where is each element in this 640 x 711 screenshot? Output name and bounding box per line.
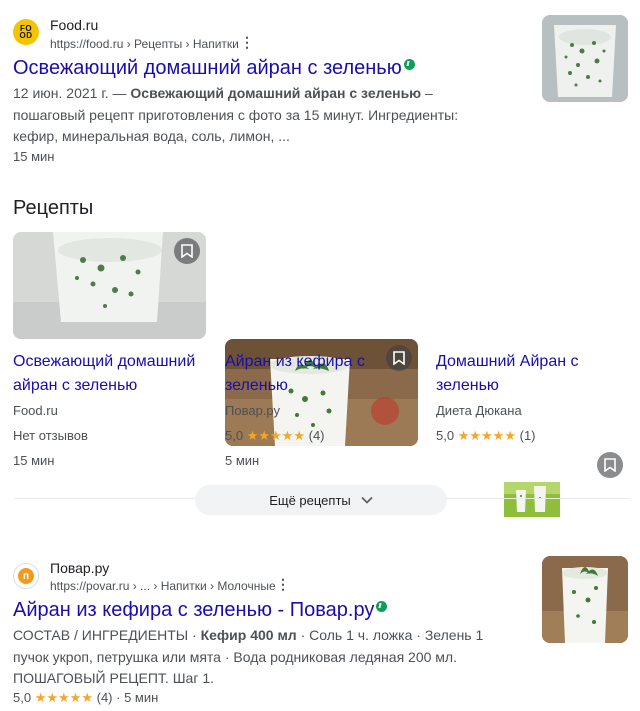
recipe-card-rating: 5,0 ★★★★★ (1): [436, 428, 536, 444]
site-name[interactable]: Food.ru: [50, 17, 98, 33]
ayran-glass-image: [542, 15, 628, 102]
more-recipes-label: Ещё рецепты: [269, 492, 351, 508]
bookmark-button[interactable]: [174, 238, 200, 264]
recipe-card-source: Повар.ру: [225, 403, 280, 418]
result-title[interactable]: Освежающий домашний айран с зеленью: [13, 57, 415, 80]
rating-count: (4): [96, 690, 113, 705]
bookmark-button[interactable]: [597, 452, 623, 478]
rating-count: (4): [308, 428, 325, 443]
star-icons: ★★★★★: [246, 428, 305, 443]
povar-ru-favicon: п: [13, 563, 39, 589]
result-title[interactable]: Айран из кефира с зеленью - Повар.ру: [13, 599, 388, 622]
recipe-card-title[interactable]: Айран из кефира с зеленью: [225, 350, 415, 398]
recipe-card-time: 5 мин: [225, 453, 260, 468]
ayran-glass-image: [542, 556, 628, 643]
rating-score: 5,0: [225, 428, 244, 443]
recipe-card-image[interactable]: [436, 446, 629, 553]
result-date: 12 июн. 2021 г. —: [13, 85, 127, 101]
breadcrumb[interactable]: https://povar.ru › ... › Напитки › Молоч…: [50, 579, 276, 593]
snippet-bold: Кефир 400 мл: [200, 627, 297, 643]
recipe-card-title[interactable]: Домашний Айран с зеленью: [436, 350, 626, 398]
result-title-text[interactable]: Освежающий домашний айран с зеленью: [13, 57, 402, 79]
amp-icon: [403, 59, 415, 70]
snippet-text: СОСТАВ / ИНГРЕДИЕНТЫ ·: [13, 627, 201, 643]
site-name[interactable]: Повар.ру: [50, 560, 109, 576]
snippet-bold: Освежающий домашний айран с зеленью: [130, 85, 422, 101]
result-rating: 5,0 ★★★★★ (4) · 5 мин: [13, 690, 158, 706]
cook-time: · 5 мин: [116, 690, 159, 705]
amp-icon: [376, 601, 388, 612]
cook-time: 15 мин: [13, 149, 55, 164]
more-options-icon[interactable]: ⋮: [276, 576, 290, 593]
more-options-icon[interactable]: ⋮: [240, 34, 254, 51]
recipe-card-image[interactable]: [13, 232, 206, 339]
more-recipes-button[interactable]: Ещё рецепты: [195, 485, 447, 515]
result-thumbnail[interactable]: [542, 556, 628, 643]
food-ru-favicon: FO OD: [13, 19, 39, 45]
rating-score: 5,0: [436, 428, 455, 443]
result-snippet: 12 июн. 2021 г. — Освежающий домашний ай…: [13, 83, 503, 148]
star-icons: ★★★★★: [457, 428, 516, 443]
result-snippet: СОСТАВ / ИНГРЕДИЕНТЫ · Кефир 400 мл · Со…: [13, 625, 513, 690]
result-thumbnail[interactable]: [542, 15, 628, 102]
recipe-card-source: Диета Дюкана: [436, 403, 522, 418]
recipes-heading: Рецепты: [13, 197, 94, 219]
favicon-text-bottom: OD: [19, 31, 33, 40]
recipe-card-title[interactable]: Освежающий домашний айран с зеленью: [13, 350, 203, 398]
recipe-card-rating: 5,0 ★★★★★ (4): [225, 428, 325, 444]
rating-count: (1): [519, 428, 536, 443]
recipe-card-source: Food.ru: [13, 403, 58, 418]
star-icons: ★★★★★: [34, 690, 93, 705]
result-title-text[interactable]: Айран из кефира с зеленью - Повар.ру: [13, 599, 374, 621]
breadcrumb[interactable]: https://food.ru › Рецепты › Напитки: [50, 37, 239, 51]
bookmark-icon: [604, 458, 616, 472]
recipe-card-rating: Нет отзывов: [13, 428, 88, 443]
favicon-letter: п: [18, 568, 34, 584]
chevron-down-icon: [361, 496, 373, 504]
recipe-card-time: 15 мин: [13, 453, 55, 468]
rating-score: 5,0: [13, 690, 32, 705]
bookmark-icon: [181, 244, 193, 258]
